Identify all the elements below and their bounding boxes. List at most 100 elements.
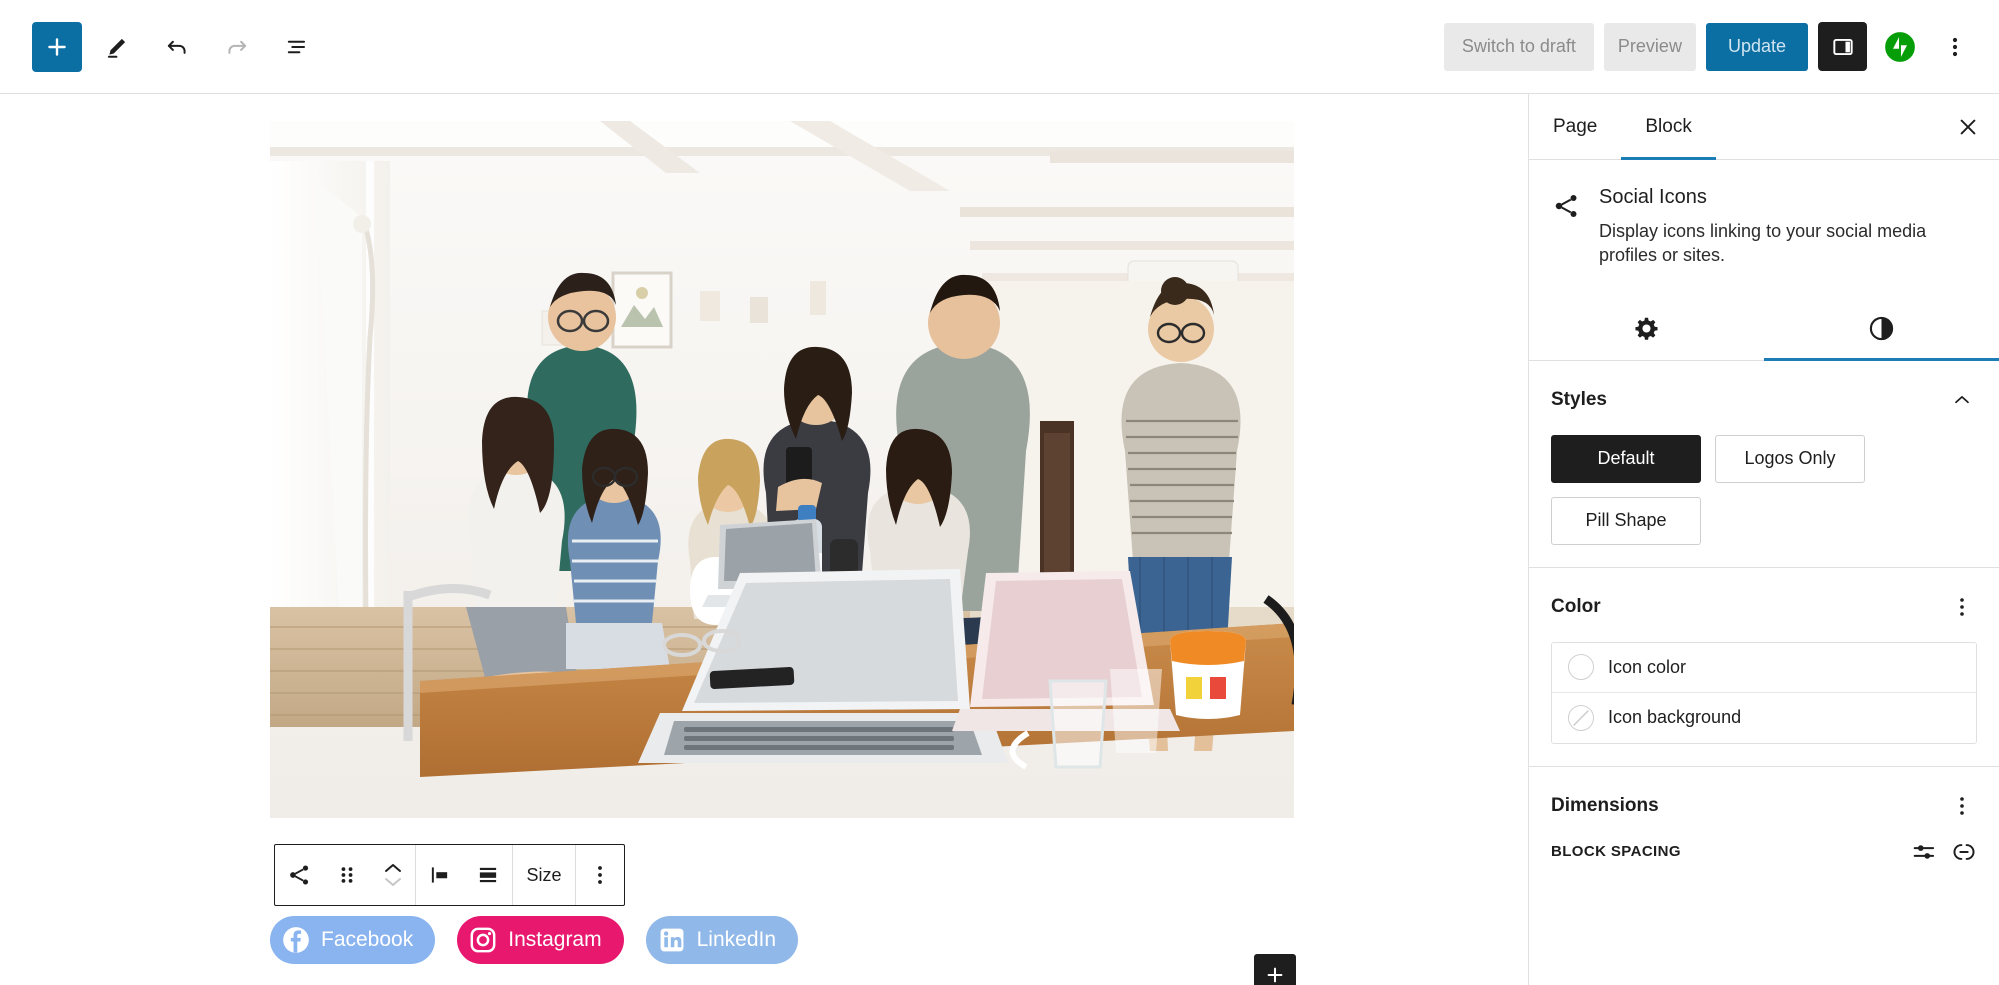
sliders-icon	[1913, 844, 1935, 859]
undo-button[interactable]	[152, 22, 202, 72]
color-row-label: Icon color	[1608, 656, 1687, 677]
jetpack-button[interactable]	[1877, 24, 1923, 70]
drag-dots-icon	[341, 867, 353, 883]
block-spacing-label: BLOCK SPACING	[1551, 843, 1681, 861]
tab-styles[interactable]	[1764, 298, 1999, 361]
kebab-menu-icon	[598, 866, 602, 884]
facebook-icon	[283, 927, 309, 953]
close-icon	[1960, 119, 1976, 134]
jetpack-icon	[1885, 31, 1915, 62]
block-card-title: Social Icons	[1599, 186, 1707, 208]
sidebar-icon-tablist	[1529, 298, 1999, 361]
color-section-title: Color	[1551, 595, 1601, 617]
justify-items-button[interactable]	[464, 845, 512, 905]
redo-button[interactable]	[212, 22, 262, 72]
style-option-pill-shape[interactable]: Pill Shape	[1551, 496, 1701, 545]
editor-body: Size Facebook Instagram LinkedIn Page Bl…	[0, 94, 1999, 985]
tools-pencil-button[interactable]	[92, 22, 142, 72]
justify-stretch-icon	[479, 867, 497, 883]
dimensions-section-title: Dimensions	[1551, 794, 1659, 816]
header-left-toolbar	[32, 21, 322, 72]
tab-block[interactable]: Block	[1621, 94, 1717, 160]
block-card: Social Icons Display icons linking to yo…	[1529, 160, 1999, 274]
block-card-description: Display icons linking to your social med…	[1599, 221, 1927, 266]
social-icons-block[interactable]: Facebook Instagram LinkedIn	[270, 916, 1294, 964]
dimensions-options-button[interactable]	[1947, 791, 1977, 821]
color-section: Color Icon color Icon background	[1529, 568, 1999, 767]
list-view-icon	[287, 40, 306, 53]
spacing-link-button[interactable]	[1951, 839, 1977, 865]
update-button[interactable]: Update	[1705, 22, 1808, 71]
document-overview-button[interactable]	[272, 22, 322, 72]
spacing-sliders-button[interactable]	[1911, 839, 1937, 865]
social-link-facebook[interactable]: Facebook	[270, 916, 436, 964]
chevron-down-icon[interactable]	[382, 875, 404, 889]
cover-image-graphic	[270, 121, 1294, 818]
block-toolbar: Size	[274, 844, 625, 906]
share-icon	[1555, 195, 1577, 217]
color-options-button[interactable]	[1947, 592, 1977, 622]
tab-page[interactable]: Page	[1529, 94, 1621, 159]
social-link-label: Instagram	[508, 928, 602, 951]
add-social-icon-button[interactable]	[1254, 954, 1296, 985]
styles-collapse-toggle[interactable]	[1947, 385, 1977, 415]
icon-background-swatch	[1568, 704, 1594, 731]
style-variation-list: Default Logos Only Pill Shape	[1551, 434, 1977, 545]
block-type-share-button[interactable]	[275, 845, 323, 905]
post-content	[270, 121, 1294, 818]
kebab-menu-icon	[1960, 796, 1964, 815]
block-toolbar-group-align	[416, 845, 513, 905]
drag-handle-button[interactable]	[323, 845, 371, 905]
cover-image[interactable]	[270, 121, 1294, 818]
link-icon	[1953, 843, 1975, 860]
block-more-options-button[interactable]	[576, 845, 624, 905]
close-sidebar-button[interactable]	[1937, 94, 1999, 159]
block-toolbar-group-size: Size	[513, 845, 576, 905]
color-rows: Icon color Icon background	[1551, 641, 1977, 744]
preview-button[interactable]: Preview	[1603, 22, 1696, 71]
sidebar-panel-icon	[1832, 38, 1853, 55]
color-section-header: Color	[1551, 592, 1977, 622]
share-icon	[290, 865, 309, 885]
align-left-button[interactable]	[416, 845, 464, 905]
gear-icon	[1635, 317, 1658, 340]
icon-color-swatch	[1568, 654, 1594, 681]
block-spacing-row: BLOCK SPACING	[1551, 839, 1977, 865]
editor-canvas[interactable]: Size Facebook Instagram LinkedIn	[0, 94, 1528, 985]
kebab-menu-icon	[1952, 37, 1958, 56]
chevron-up-icon	[1955, 395, 1969, 403]
settings-sidebar: Page Block Social Icons Display icons li…	[1528, 94, 1999, 985]
switch-to-draft-button[interactable]: Switch to draft	[1443, 22, 1594, 71]
slash-icon	[1573, 709, 1589, 726]
style-option-logos-only[interactable]: Logos Only	[1715, 434, 1865, 483]
more-options-button[interactable]	[1933, 23, 1977, 71]
contrast-icon	[1869, 316, 1894, 341]
social-link-label: Facebook	[321, 928, 414, 951]
block-card-text: Social Icons Display icons linking to yo…	[1599, 186, 1944, 268]
pencil-icon	[107, 38, 126, 58]
undo-icon	[167, 40, 186, 54]
block-spacing-controls	[1911, 839, 1977, 865]
color-row-icon-background[interactable]: Icon background	[1552, 692, 1976, 743]
redo-icon	[228, 40, 247, 54]
color-row-icon-color[interactable]: Icon color	[1552, 642, 1976, 693]
block-movers[interactable]	[371, 845, 415, 905]
styles-section: Styles Default Logos Only Pill Shape	[1529, 361, 1999, 568]
chevron-up-icon[interactable]	[382, 861, 404, 875]
kebab-menu-icon	[1960, 597, 1964, 616]
editor-header: Switch to draft Preview Update	[0, 0, 1999, 94]
social-link-instagram[interactable]: Instagram	[457, 916, 624, 964]
linkedin-icon	[660, 928, 684, 952]
editor-root: Switch to draft Preview Update Size Face…	[0, 0, 1999, 985]
dimensions-section: Dimensions BLOCK SPACING	[1529, 767, 1999, 887]
social-link-linkedin[interactable]: LinkedIn	[645, 916, 799, 964]
block-toolbar-group-more	[576, 845, 624, 905]
size-button[interactable]: Size	[513, 845, 575, 905]
style-option-default[interactable]: Default	[1551, 434, 1701, 483]
block-card-icon	[1551, 186, 1583, 268]
tab-settings[interactable]	[1529, 298, 1764, 360]
color-row-label: Icon background	[1608, 707, 1742, 728]
styles-section-title: Styles	[1551, 388, 1607, 410]
add-block-button[interactable]	[32, 21, 82, 72]
settings-sidebar-toggle[interactable]	[1818, 22, 1867, 71]
